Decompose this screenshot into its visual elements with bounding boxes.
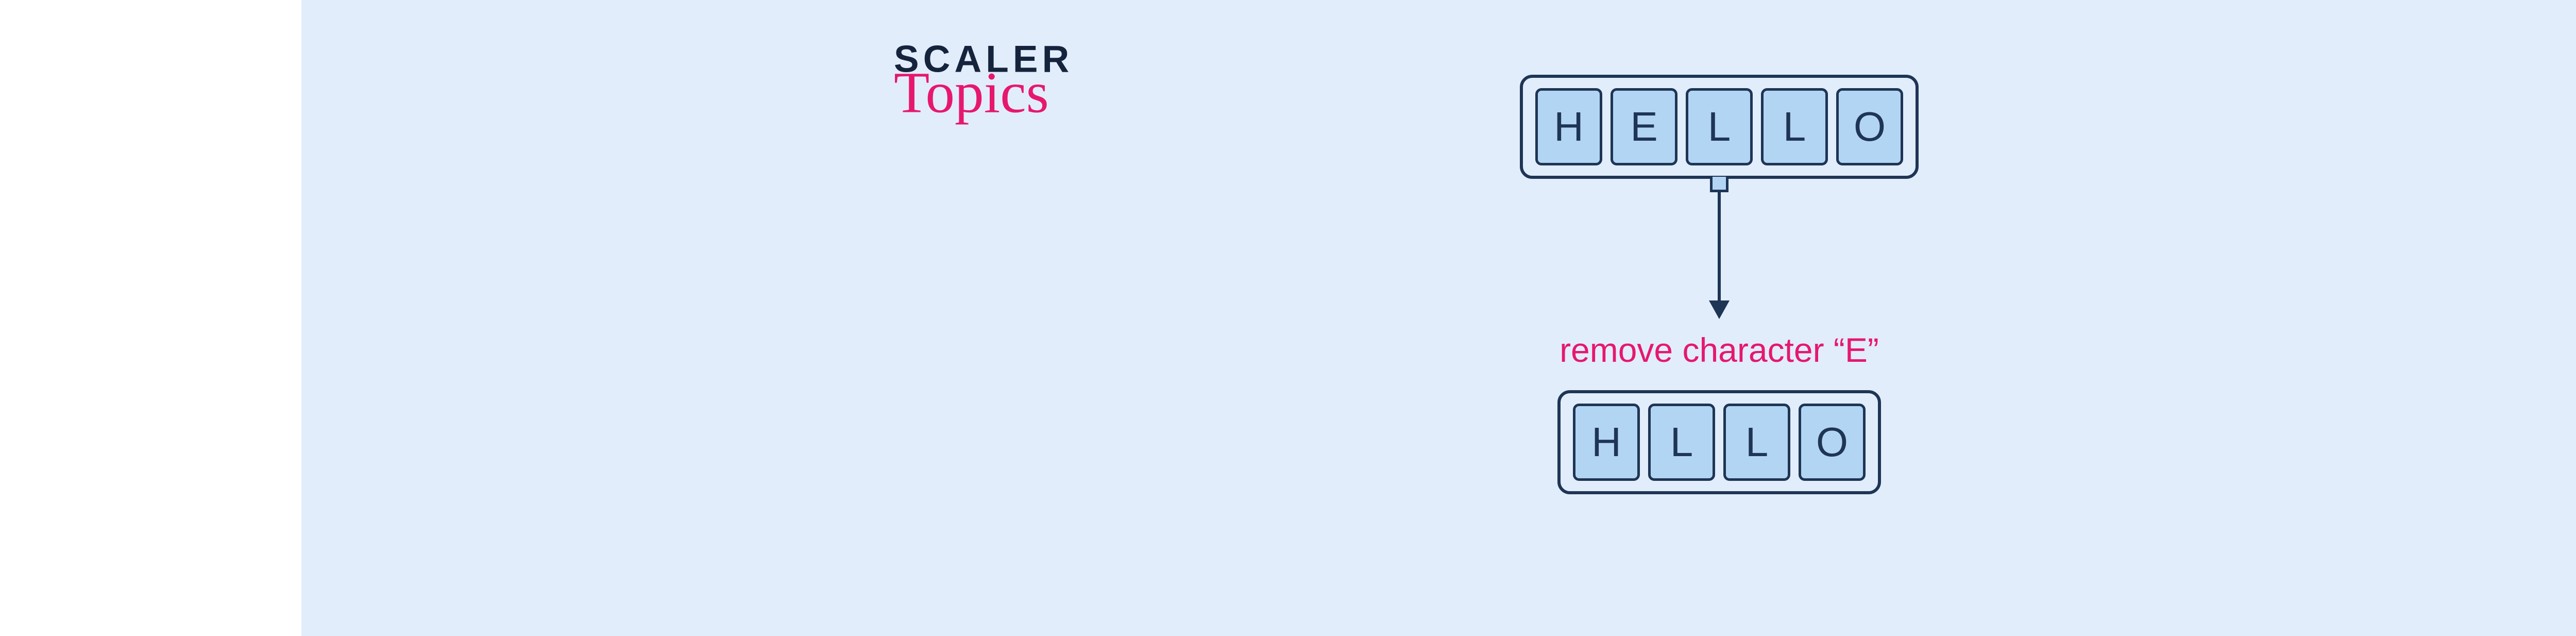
char-cell: L xyxy=(1723,404,1790,481)
char-cell: E xyxy=(1611,88,1677,165)
arrow-down xyxy=(1704,177,1735,320)
logo-text-topics: Topics xyxy=(894,73,1073,117)
char-cell: L xyxy=(1761,88,1828,165)
char-cell: O xyxy=(1799,404,1866,481)
char-cell: L xyxy=(1648,404,1715,481)
diagram-panel: SCALER Topics H E L L O remove character… xyxy=(301,0,2576,636)
char-cell: L xyxy=(1686,88,1753,165)
input-string-box: H E L L O xyxy=(1520,75,1919,179)
arrow-notch xyxy=(1710,177,1728,192)
char-cell: H xyxy=(1573,404,1640,481)
output-string-box: H L L O xyxy=(1557,390,1881,494)
string-transform-diagram: H E L L O remove character “E” H L L O xyxy=(1520,75,1919,494)
canvas: SCALER Topics H E L L O remove character… xyxy=(0,0,2576,636)
arrow-down-icon xyxy=(1704,191,1735,320)
action-label: remove character “E” xyxy=(1560,330,1879,370)
char-cell: H xyxy=(1535,88,1602,165)
char-cell: O xyxy=(1836,88,1903,165)
scaler-topics-logo: SCALER Topics xyxy=(894,41,1073,117)
